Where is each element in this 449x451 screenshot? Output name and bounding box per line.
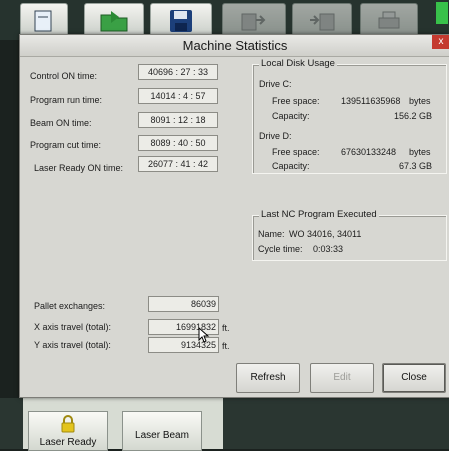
close-button[interactable]: Close — [382, 363, 446, 393]
laser-ready-button[interactable]: Laser Ready — [28, 411, 108, 451]
drive-c-label: Drive C: — [259, 79, 292, 89]
laser-ready-on-time-label: Laser Ready ON time: — [34, 163, 124, 173]
drive-d-free-label: Free space: — [272, 147, 320, 157]
folder-open-icon — [100, 11, 128, 32]
drive-d-label: Drive D: — [259, 131, 292, 141]
laser-ready-label: Laser Ready — [39, 437, 97, 448]
save-disk-icon — [170, 10, 192, 32]
y-axis-travel-unit: ft. — [222, 341, 230, 351]
control-on-time-value: 40696 : 27 : 33 — [138, 64, 218, 80]
local-disk-usage-title: Local Disk Usage — [259, 58, 337, 69]
drive-d-free-value: 67630133248 — [341, 147, 397, 157]
drive-d-capacity-label: Capacity: — [272, 161, 310, 171]
machine-statistics-dialog: Machine Statistics x Control ON time: 40… — [19, 34, 449, 398]
drive-c-free-label: Free space: — [272, 96, 320, 106]
drive-c-capacity-value: 156.2 GB — [393, 111, 432, 121]
laser-ready-on-time-value: 26077 : 41 : 42 — [138, 156, 218, 172]
dialog-titlebar: Machine Statistics x — [20, 35, 449, 57]
last-nc-program-title: Last NC Program Executed — [259, 209, 379, 220]
import-icon — [310, 13, 335, 31]
cycle-time-label: Cycle time: — [258, 244, 303, 254]
pallet-exchanges-label: Pallet exchanges: — [34, 301, 106, 311]
cycle-time-value: 0:03:33 — [313, 244, 344, 254]
beam-on-time-value: 8091 : 12 : 18 — [138, 112, 218, 128]
nc-name-value: WO 34016, 34011 — [289, 229, 362, 239]
program-run-time-label: Program run time: — [30, 95, 103, 105]
x-axis-travel-label: X axis travel (total): — [34, 322, 112, 332]
y-axis-travel-label: Y axis travel (total): — [34, 340, 111, 350]
beam-on-time-label: Beam ON time: — [30, 118, 92, 128]
drive-d-capacity-value: 67.3 GB — [398, 161, 432, 171]
program-run-time-value: 14014 : 4 : 57 — [138, 88, 218, 104]
drive-c-free-unit: bytes — [409, 96, 431, 106]
close-icon[interactable]: x — [432, 35, 449, 49]
edit-button[interactable]: Edit — [310, 363, 374, 393]
green-indicator — [436, 2, 448, 24]
drive-c-capacity-label: Capacity: — [272, 111, 310, 121]
lock-icon — [61, 415, 75, 433]
control-on-time-label: Control ON time: — [30, 71, 98, 81]
print-icon — [378, 11, 400, 29]
program-cut-time-value: 8089 : 40 : 50 — [138, 135, 218, 151]
last-nc-program-group: Last NC Program Executed Name: WO 34016,… — [252, 209, 447, 261]
document-icon — [34, 10, 52, 32]
program-cut-time-label: Program cut time: — [30, 140, 102, 150]
laser-beam-label: Laser Beam — [135, 430, 189, 441]
dialog-title: Machine Statistics — [182, 38, 288, 53]
export-icon — [241, 13, 266, 31]
nc-name-label: Name: — [258, 229, 285, 239]
refresh-button[interactable]: Refresh — [236, 363, 300, 393]
pallet-exchanges-value: 86039 — [148, 296, 219, 312]
mouse-pointer-icon — [198, 327, 210, 343]
drive-c-free-value: 139511635968 — [341, 96, 401, 106]
laser-beam-button[interactable]: Laser Beam — [122, 411, 202, 451]
local-disk-usage-group: Local Disk Usage Drive C: Free space: 13… — [252, 58, 447, 174]
x-axis-travel-unit: ft. — [222, 323, 230, 333]
drive-d-free-unit: bytes — [409, 147, 431, 157]
